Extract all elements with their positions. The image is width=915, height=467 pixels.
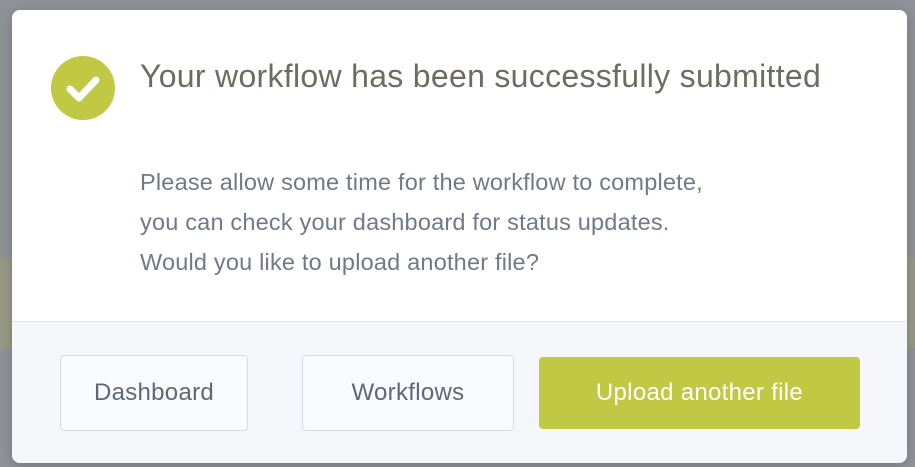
dialog-message: Please allow some time for the workflow … xyxy=(140,162,880,282)
upload-another-file-button[interactable]: Upload another file xyxy=(539,357,860,429)
dialog-body: Your workflow has been successfully subm… xyxy=(12,10,907,321)
dashboard-button[interactable]: Dashboard xyxy=(60,355,248,431)
message-line: you can check your dashboard for status … xyxy=(140,209,670,235)
dialog-footer: Dashboard Workflows Upload another file xyxy=(12,321,907,463)
success-dialog: Your workflow has been successfully subm… xyxy=(12,10,907,463)
checkmark-icon xyxy=(66,76,100,102)
check-circle-icon xyxy=(51,56,115,120)
workflows-button[interactable]: Workflows xyxy=(302,355,514,431)
message-line: Please allow some time for the workflow … xyxy=(140,169,703,195)
message-line: Would you like to upload another file? xyxy=(140,249,540,275)
dialog-title: Your workflow has been successfully subm… xyxy=(140,58,822,94)
